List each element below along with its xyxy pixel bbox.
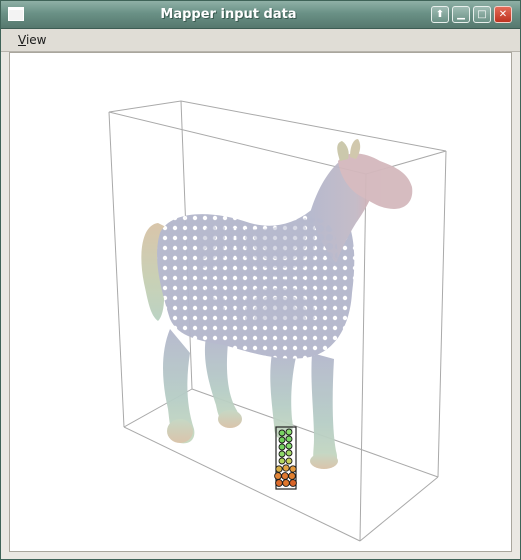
shade-button[interactable]: ⬆: [431, 6, 449, 23]
horse-hoof: [310, 453, 338, 469]
menu-bar: View: [1, 29, 520, 52]
window-controls: ⬆ ▁ □ ✕: [431, 6, 512, 23]
horse-ear: [337, 141, 349, 161]
horse-point-cloud: [141, 139, 413, 469]
arrow-up-icon: ⬆: [435, 9, 445, 20]
box-top-face: [108, 100, 447, 175]
scene-canvas[interactable]: [10, 53, 511, 551]
3d-viewport[interactable]: [9, 52, 512, 552]
box-edge: [108, 111, 125, 428]
minimize-icon: ▁: [457, 9, 465, 20]
menu-view[interactable]: View: [18, 32, 46, 48]
menu-view-label: iew: [25, 33, 47, 47]
title-bar[interactable]: Mapper input data ⬆ ▁ □ ✕: [1, 1, 520, 29]
horse-front-leg: [311, 353, 338, 469]
close-button[interactable]: ✕: [494, 6, 512, 23]
maximize-button[interactable]: □: [473, 6, 491, 23]
box-edge: [437, 150, 447, 478]
maximize-icon: □: [477, 9, 487, 20]
horse-hoof: [218, 410, 242, 428]
app-window: Mapper input data ⬆ ▁ □ ✕ View: [0, 0, 521, 560]
minimize-button[interactable]: ▁: [452, 6, 470, 23]
close-icon: ✕: [498, 9, 508, 20]
box-edge: [359, 476, 439, 542]
horse-hoof: [167, 419, 193, 443]
menu-view-mnemonic: V: [18, 33, 26, 47]
box-edge: [359, 173, 367, 542]
window-title: Mapper input data: [160, 7, 297, 22]
horse-front-leg: [270, 353, 296, 441]
